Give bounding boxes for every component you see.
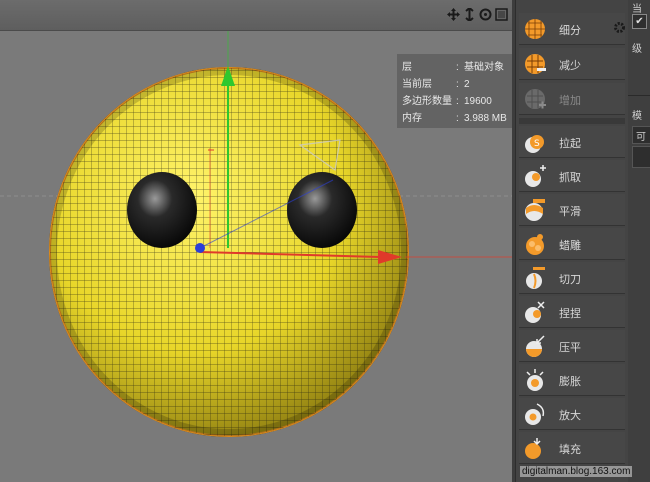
rp-checkbox[interactable]: ✔ xyxy=(632,14,647,29)
hud-row-memory: 内存:3.988 MB xyxy=(402,113,507,124)
watermark: digitalman.blog.163.com xyxy=(520,466,633,477)
tool-increase[interactable]: 增加 xyxy=(519,83,625,115)
move-icon[interactable] xyxy=(447,8,460,21)
hud-row-polygon-count: 多边形数量:19600 xyxy=(402,96,492,107)
increase-icon xyxy=(525,89,546,109)
rp-top-text: 当 xyxy=(632,4,642,15)
gear-icon[interactable] xyxy=(613,21,626,34)
tools-separator xyxy=(519,118,625,124)
rotate-icon[interactable] xyxy=(479,8,492,21)
tool-smooth[interactable]: 平滑 xyxy=(519,194,625,226)
viewport-toolbar xyxy=(0,0,512,31)
viewport-nav xyxy=(447,8,508,21)
tool-fill[interactable]: 填充 xyxy=(519,432,625,464)
pinch-brush-icon xyxy=(525,301,545,323)
viewport-3d[interactable]: 层: 基础对象 当前层:2 多边形数量:19600 内存:3.988 MB xyxy=(0,0,512,482)
hud-info-panel: 层: 基础对象 当前层:2 多边形数量:19600 内存:3.988 MB xyxy=(397,54,512,128)
grab-brush-icon xyxy=(525,165,546,187)
left-eye xyxy=(127,172,197,248)
svg-text:S: S xyxy=(534,139,540,149)
rp-row[interactable] xyxy=(632,146,650,168)
subdivide-icon xyxy=(525,19,545,39)
tool-inflate[interactable]: 膨胀 xyxy=(519,364,625,396)
fill-brush-icon xyxy=(525,438,541,459)
tool-subdivide[interactable]: 细分 xyxy=(519,13,625,45)
press-brush-icon xyxy=(526,335,545,357)
attributes-panel: 当 ✔ 级 模 可 xyxy=(628,0,650,482)
rp-visible-header: 可 xyxy=(632,126,650,144)
tool-pull[interactable]: S 拉起 xyxy=(519,126,625,158)
tool-flatten[interactable]: 切刀 xyxy=(519,262,625,294)
tool-amplify[interactable]: 放大 xyxy=(519,398,625,430)
hud-row-layer: 层: 基础对象 xyxy=(402,62,504,73)
maximize-icon[interactable] xyxy=(495,8,508,21)
tool-pinch[interactable]: 捏捏 xyxy=(519,296,625,328)
right-eye xyxy=(287,172,357,248)
knife-brush-icon xyxy=(526,267,545,289)
tool-grab[interactable]: 抓取 xyxy=(519,160,625,192)
hud-row-current-level: 当前层:2 xyxy=(402,79,470,90)
tool-press[interactable]: 压平 xyxy=(519,330,625,362)
rp-divider xyxy=(628,95,650,96)
smooth-brush-icon xyxy=(525,199,545,221)
amplify-brush-icon xyxy=(525,403,545,425)
zoom-icon[interactable] xyxy=(463,8,476,21)
tool-reduce[interactable]: 减少 xyxy=(519,48,625,80)
reduce-icon xyxy=(525,54,546,74)
pull-brush-icon: S xyxy=(525,135,544,153)
inflate-brush-icon xyxy=(526,369,544,391)
sculpt-tools-palette: 细分 减少 增加 S 拉起 抓取 平滑 蜡雕 切刀 捏捏 压平 膨胀 放大 填充 xyxy=(515,0,629,482)
axis-z-handle xyxy=(195,243,205,253)
wax-brush-icon xyxy=(526,234,544,255)
rp-mode-label: 模 xyxy=(632,111,642,122)
rp-level-label: 级 xyxy=(632,44,642,55)
tool-wax[interactable]: 蜡雕 xyxy=(519,228,625,260)
